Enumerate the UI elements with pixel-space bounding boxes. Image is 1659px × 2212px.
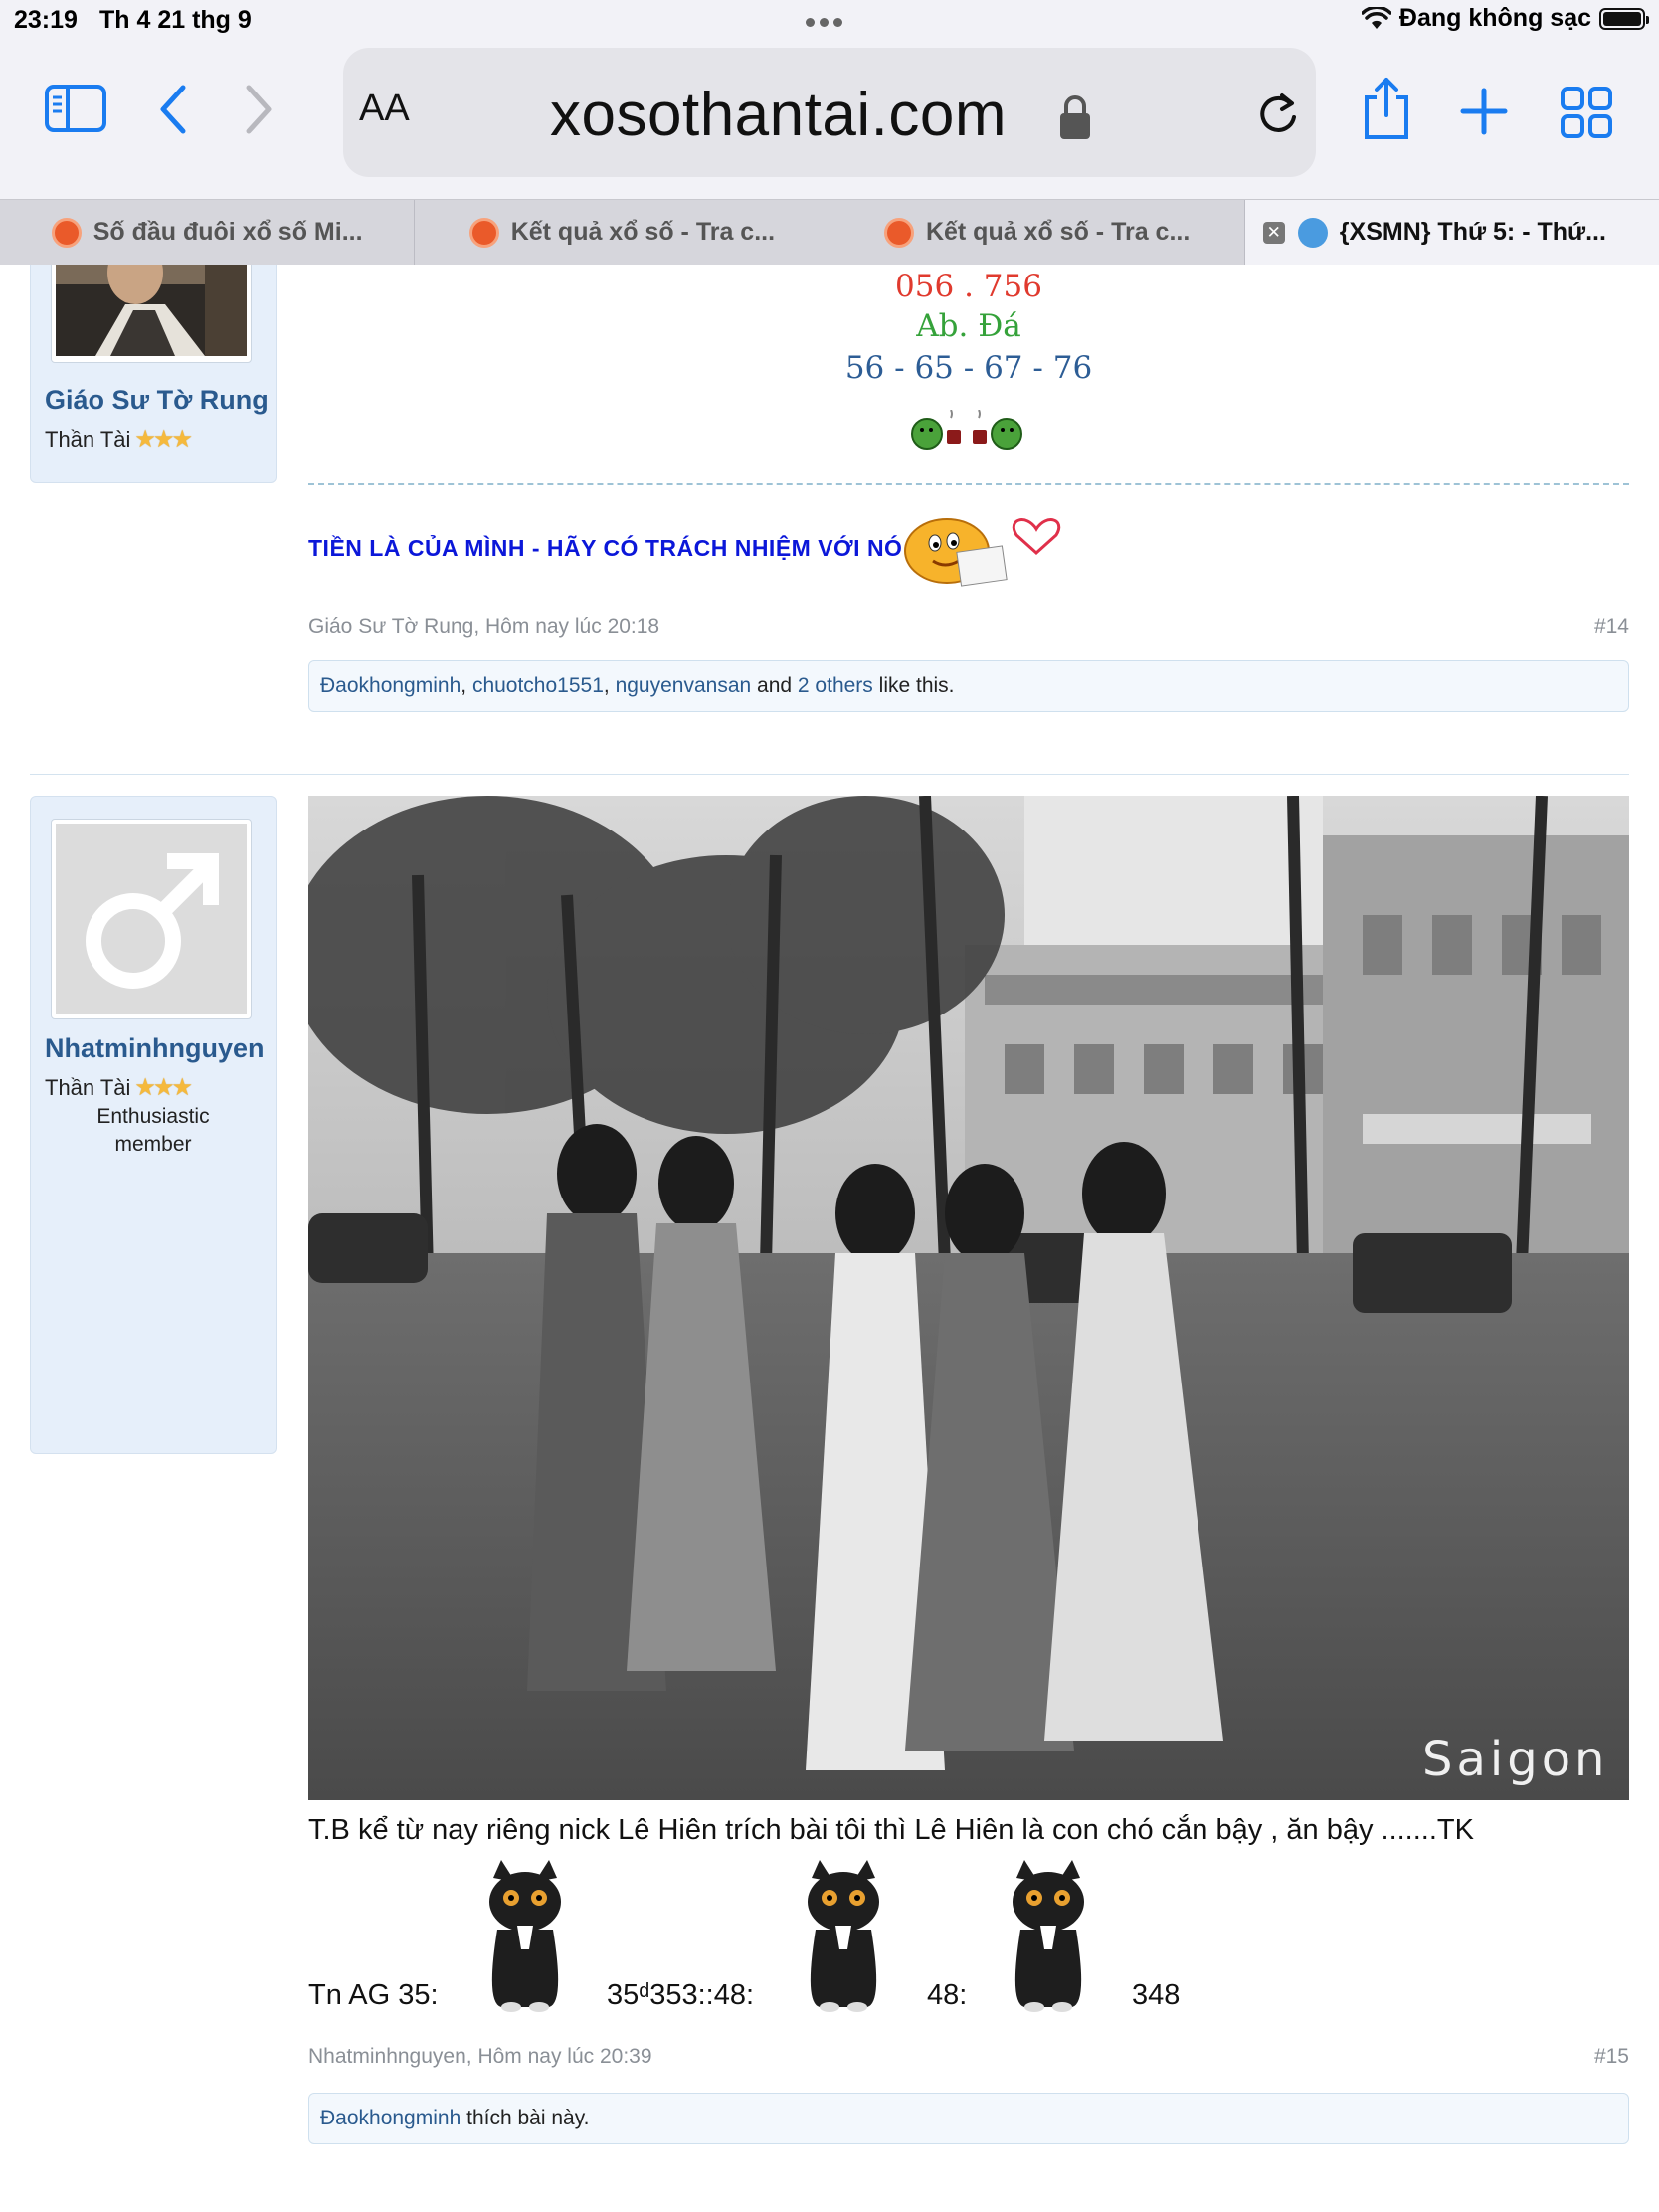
likes-and-text: and — [757, 674, 793, 697]
likes-summary: Đaokhongminh, chuotcho1551, nguyenvansan… — [308, 660, 1629, 712]
avatar[interactable] — [51, 819, 252, 1019]
tab-2[interactable]: Kết quả xổ số - Tra c... — [415, 200, 830, 265]
rank-stars-icon: ★★★ — [134, 426, 193, 453]
lottery-line: Ab. Đá — [916, 308, 1021, 344]
likes-others-link[interactable]: 2 others — [798, 674, 873, 697]
new-tab-icon[interactable] — [1460, 88, 1508, 135]
wifi-icon — [1361, 6, 1391, 29]
tab-label: Kết quả xổ số - Tra c... — [510, 218, 776, 246]
black-cat-icon — [808, 1860, 879, 2012]
status-time: 23:19 — [14, 6, 78, 34]
tab-4-active[interactable]: ✕ {XSMN} Thứ 5: - Thứ... — [1244, 200, 1659, 265]
close-tab-icon[interactable]: ✕ — [1262, 222, 1285, 244]
forum-page: Giáo Sư Tờ Rung Thần Tài ★★★ 056 . 756 A… — [0, 265, 1659, 2212]
user-title: Thần Tài ★★★ — [45, 1073, 193, 1102]
black-cat-icon — [489, 1860, 561, 2012]
rank-stars-icon: ★★★ — [134, 1074, 193, 1101]
back-icon[interactable] — [155, 84, 191, 135]
like-user-link[interactable]: nguyenvansan — [616, 674, 752, 697]
post-body-text: T.B kể từ nay riêng nick Lê Hiên trích b… — [308, 1814, 1474, 1846]
tn-part: 35ᵈ353::48: — [607, 1979, 755, 2011]
safari-toolbar: AA xosothantai.com — [0, 40, 1659, 199]
status-bar: 23:19 Th 4 21 thg 9 Đang không sạc — [0, 0, 1659, 40]
like-user-link[interactable]: Đaokhongminh — [320, 674, 461, 697]
lottery-line: 056 . 756 — [895, 269, 1042, 304]
smiley-reading-icon — [904, 518, 1060, 587]
post-author-time[interactable]: Giáo Sư Tờ Rung, Hôm nay lúc 20:18 — [308, 615, 659, 638]
site-favicon-icon — [468, 217, 499, 248]
site-favicon-icon — [883, 217, 914, 248]
photo-watermark: Saigon — [1422, 1732, 1608, 1787]
like-user-link[interactable]: chuotcho1551 — [472, 674, 604, 697]
status-right: Đang không sạc — [1361, 4, 1649, 33]
charging-status: Đang không sạc — [1398, 4, 1591, 32]
tab-overview-icon[interactable] — [1560, 86, 1613, 139]
post-number[interactable]: #15 — [1594, 2045, 1629, 2069]
multitasking-dots[interactable] — [806, 14, 853, 27]
post-image[interactable]: Saigon — [308, 796, 1629, 1800]
tn-part: 348 — [1132, 1979, 1181, 2011]
username[interactable]: Giáo Sư Tờ Rung — [45, 385, 269, 416]
username[interactable]: Nhatminhnguyen — [45, 1033, 265, 1064]
likes-suffix: thích bài này. — [466, 2107, 590, 2129]
likes-suffix: like this. — [878, 674, 955, 697]
user-title-text: Thần Tài — [45, 426, 131, 452]
tab-label: Số đầu đuôi xổ số Mi... — [92, 218, 363, 246]
user-title-text: Thần Tài — [45, 1074, 131, 1100]
reload-icon[interactable] — [1256, 90, 1300, 135]
avatar[interactable] — [51, 265, 252, 363]
signature-separator — [308, 483, 1629, 485]
tn-part: 48: — [927, 1979, 968, 2011]
battery-icon — [1599, 7, 1649, 30]
tab-bar: Số đầu đuôi xổ số Mi... Kết quả xổ số - … — [0, 199, 1659, 265]
tab-label: Kết quả xổ số - Tra c... — [925, 218, 1191, 246]
lock-icon — [1060, 95, 1090, 139]
tab-3[interactable]: Kết quả xổ số - Tra c... — [830, 200, 1245, 265]
like-user-link[interactable]: Đaokhongminh — [320, 2107, 461, 2129]
coffee-smiley-icon — [911, 410, 1022, 450]
tab-1[interactable]: Số đầu đuôi xổ số Mi... — [0, 200, 416, 265]
text-size-button[interactable]: AA — [359, 88, 410, 130]
address-bar[interactable]: AA xosothantai.com — [343, 48, 1316, 177]
status-date: Th 4 21 thg 9 — [99, 6, 252, 34]
site-favicon-icon — [51, 217, 82, 248]
user-card: Giáo Sư Tờ Rung Thần Tài ★★★ — [30, 265, 276, 483]
tab-label: {XSMN} Thứ 5: - Thứ... — [1339, 218, 1606, 246]
post-number[interactable]: #14 — [1594, 615, 1629, 639]
black-cat-icon — [1013, 1860, 1084, 2012]
signature-text: TIỀN LÀ CỦA MÌNH - HÃY CÓ TRÁCH NHIỆM VỚ… — [308, 535, 903, 561]
user-rank: Enthusiastic member — [96, 1105, 210, 1156]
tn-label: Tn AG 35: — [308, 1979, 439, 2011]
sidebar-icon[interactable] — [44, 84, 107, 133]
site-favicon-icon — [1297, 217, 1328, 248]
post-meta: Nhatminhnguyen, Hôm nay lúc 20:39 #15 — [308, 2045, 1629, 2069]
user-title: Thần Tài ★★★ — [45, 425, 193, 454]
post-separator — [30, 774, 1629, 775]
share-icon[interactable] — [1359, 76, 1414, 141]
post-author-time[interactable]: Nhatminhnguyen, Hôm nay lúc 20:39 — [308, 2045, 652, 2068]
lottery-line: 56 - 65 - 67 - 76 — [844, 350, 1093, 386]
user-card: Nhatminhnguyen Thần Tài ★★★ Enthusiastic… — [30, 796, 276, 1454]
likes-summary: Đaokhongminh thích bài này. — [308, 2093, 1629, 2144]
post-meta: Giáo Sư Tờ Rung, Hôm nay lúc 20:18 #14 — [308, 615, 1629, 639]
forward-icon[interactable] — [241, 84, 276, 135]
url-text[interactable]: xosothantai.com — [550, 80, 1007, 150]
default-male-avatar-icon — [56, 824, 247, 1014]
